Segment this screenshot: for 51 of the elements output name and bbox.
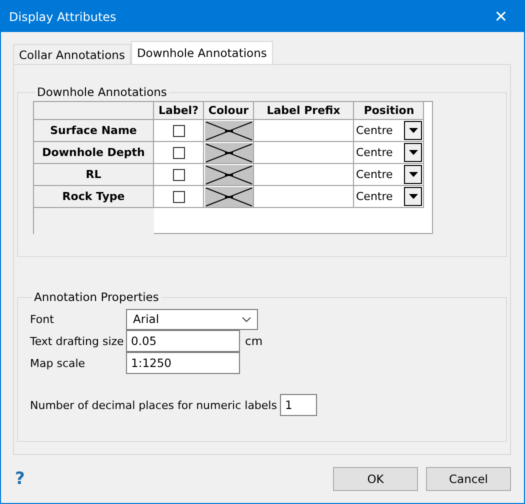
no-colour-swatch-icon[interactable] — [204, 120, 252, 140]
help-icon[interactable]: ? — [15, 469, 25, 489]
checkbox[interactable] — [172, 190, 184, 202]
prefix-cell[interactable] — [254, 164, 354, 186]
position-value: Centre — [356, 124, 393, 137]
no-colour-swatch-icon[interactable] — [204, 164, 252, 184]
position-value: Centre — [356, 146, 393, 159]
font-dropdown[interactable]: Arial — [126, 308, 258, 330]
close-button[interactable]: ✕ — [478, 1, 524, 32]
chevron-icon — [242, 316, 251, 322]
dropdown-button[interactable] — [404, 165, 422, 184]
prefix-cell[interactable] — [254, 142, 354, 164]
dialog-button[interactable]: Cancel — [426, 467, 511, 491]
group-title: Downhole Annotations — [36, 85, 168, 99]
prefix-cell[interactable] — [254, 120, 354, 142]
input-field[interactable]: 1:1250 — [126, 352, 240, 374]
column-header: Colour — [204, 102, 254, 120]
no-colour-swatch-icon[interactable] — [204, 186, 252, 206]
dialog-button[interactable]: OK — [333, 467, 418, 491]
checkbox[interactable] — [172, 124, 184, 136]
checkbox[interactable] — [172, 168, 184, 180]
row-header: RL — [34, 164, 154, 186]
dropdown-button[interactable] — [404, 143, 422, 162]
caret-icon — [408, 128, 418, 133]
column-header: Position — [354, 102, 424, 120]
dropdown-button[interactable] — [404, 187, 422, 206]
caret-icon — [408, 172, 418, 177]
window-title: Display Attributes — [9, 10, 116, 24]
position-value: Centre — [356, 168, 393, 181]
checkbox[interactable] — [172, 146, 184, 158]
group-title: Annotation Properties — [33, 290, 160, 304]
column-header: Label Prefix — [254, 102, 354, 120]
input-field[interactable]: 0.05 — [126, 330, 240, 352]
position-value: Centre — [356, 190, 393, 203]
row-header: Surface Name — [34, 120, 154, 142]
field-label: Text drafting size — [30, 334, 125, 348]
column-header: Label? — [154, 102, 204, 120]
row-header: Rock Type — [34, 186, 154, 208]
tab[interactable]: Collar Annotations — [13, 44, 131, 64]
dropdown-button[interactable] — [404, 121, 422, 140]
field-label: Map scale — [30, 356, 86, 370]
row-header: Downhole Depth — [34, 142, 154, 164]
caret-icon — [408, 150, 418, 155]
field-label: Number of decimal places for numeric labels — [30, 398, 277, 412]
field-label: Font — [30, 312, 55, 326]
tab[interactable]: Downhole Annotations — [130, 41, 273, 64]
unit-label: cm — [245, 334, 263, 348]
prefix-cell[interactable] — [254, 186, 354, 208]
no-colour-swatch-icon[interactable] — [204, 142, 252, 162]
caret-icon — [408, 194, 418, 199]
input-field[interactable]: 1 — [280, 394, 317, 416]
